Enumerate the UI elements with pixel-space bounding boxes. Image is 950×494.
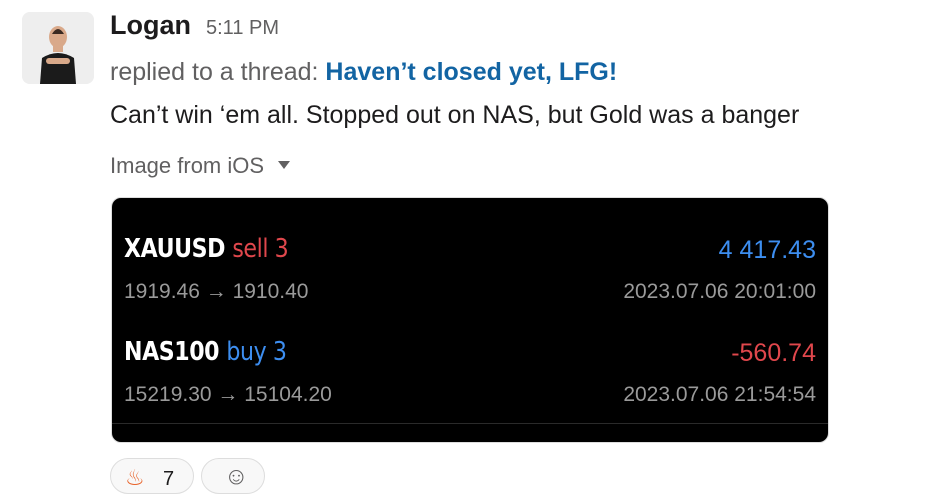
- trade-symbol: XAUUSD: [124, 234, 226, 264]
- attachment-toggle[interactable]: Image from iOS: [110, 153, 291, 179]
- thread-reply-line: replied to a thread: Haven’t closed yet,…: [110, 58, 617, 87]
- trade-symbol-line: NAS100 buy 3: [124, 337, 287, 367]
- trade-prices: 1919.46 → 1910.40: [124, 280, 309, 303]
- trade-symbol: NAS100: [124, 337, 220, 367]
- trade-row: XAUUSD sell 3 4 417.43 1919.46 → 1910.40…: [112, 234, 828, 324]
- trade-timestamp: 2023.07.06 21:54:54: [623, 383, 816, 406]
- thread-prefix: replied to a thread:: [110, 58, 326, 86]
- trade-symbol-line: XAUUSD sell 3: [124, 234, 289, 264]
- fire-icon: ♨: [125, 465, 145, 490]
- reaction-fire[interactable]: ♨ 7: [110, 458, 194, 494]
- trade-timestamp: 2023.07.06 20:01:00: [623, 280, 816, 303]
- trade-prices: 15219.30 → 15104.20: [124, 383, 332, 406]
- trade-side: buy 3: [226, 337, 287, 367]
- thread-link[interactable]: Haven’t closed yet, LFG!: [325, 58, 617, 86]
- message-timestamp[interactable]: 5:11 PM: [206, 17, 279, 40]
- trade-pnl: -560.74: [731, 339, 816, 367]
- message-text: Can’t win ‘em all. Stopped out on NAS, b…: [110, 101, 800, 129]
- trade-side: sell 3: [232, 234, 289, 264]
- attachment-label: Image from iOS: [110, 153, 265, 178]
- trade-pnl: 4 417.43: [718, 236, 816, 264]
- divider: [112, 423, 828, 424]
- attachment-image[interactable]: XAUUSD sell 3 4 417.43 1919.46 → 1910.40…: [111, 197, 829, 443]
- caret-down-icon: [278, 161, 291, 170]
- add-reaction-icon: ☺: [224, 463, 249, 490]
- avatar[interactable]: [22, 12, 94, 84]
- message-author[interactable]: Logan: [110, 10, 191, 41]
- avatar-image: [22, 12, 94, 84]
- trade-row: NAS100 buy 3 -560.74 15219.30 → 15104.20…: [112, 337, 828, 427]
- add-reaction-button[interactable]: ☺: [201, 458, 265, 494]
- reaction-count: 7: [163, 468, 175, 490]
